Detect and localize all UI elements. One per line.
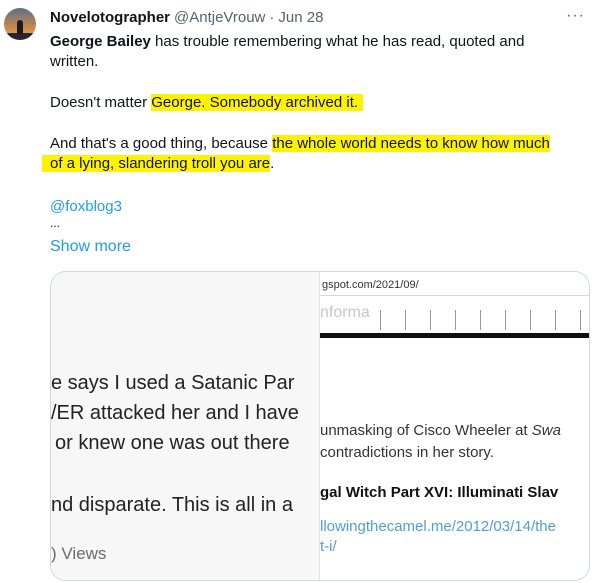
image-text-cisco-italic: Swa: [531, 422, 561, 439]
ruler-tick: [480, 310, 481, 330]
ruler-tick: [380, 310, 381, 330]
image-text-cisco: unmasking of Cisco Wheeler at Swa: [320, 422, 561, 439]
views-count: ) Views: [51, 544, 107, 563]
media-image-right[interactable]: gspot.com/2021/09/ nforma unmasking of C…: [319, 272, 589, 580]
avatar-ground: [4, 33, 36, 40]
image-link-2: t-i/: [320, 538, 337, 555]
image-ruler: nforma: [320, 302, 589, 338]
image-text-cisco-pre: unmasking of Cisco Wheeler at: [320, 422, 532, 439]
tweet-line-5: of a lying, slandering troll you are.: [42, 153, 274, 175]
image-text-line-1: e says I used a Satanic Par: [51, 372, 295, 394]
tweet-date[interactable]: Jun 28: [278, 9, 323, 26]
ruler-tick: [580, 310, 581, 330]
ruler-tick: [405, 310, 406, 330]
tweet-line-3: Doesn't matter George. Somebody archived…: [50, 92, 364, 114]
image-text-line-4: nd disparate. This is all in a: [51, 494, 293, 516]
tweet-line-5-post: .: [270, 155, 275, 172]
ruler-ghost-text: nforma: [320, 304, 370, 321]
author-handle[interactable]: @AntjeVrouw: [174, 9, 265, 26]
tweet-header: Novelotographer @AntjeVrouw · Jun 28: [50, 7, 323, 27]
ruler-tick: [555, 310, 556, 330]
ruler-tick: [430, 310, 431, 330]
mentioned-name: George Bailey: [50, 33, 151, 50]
media-card[interactable]: e says I used a Satanic Par /ER attacked…: [50, 271, 590, 581]
ellipsis: ...: [50, 216, 61, 230]
image-text-witch-title: gal Witch Part XVI: Illuminati Slav: [320, 484, 559, 501]
show-more-link[interactable]: Show more: [50, 236, 131, 258]
highlight-troll: of a lying, slandering troll you are: [42, 155, 271, 172]
image-text-line-3: or knew one was out there: [55, 432, 290, 454]
image-text-contradictions: contradictions in her story.: [320, 444, 494, 461]
mention-link[interactable]: @foxblog3: [50, 196, 122, 218]
avatar-figure: [17, 20, 23, 34]
image-text-line-2: /ER attacked her and I have: [51, 402, 299, 424]
more-options-icon[interactable]: ···: [566, 8, 586, 24]
ruler-tick: [455, 310, 456, 330]
ruler-tick: [505, 310, 506, 330]
image-link-1: llowingthecamel.me/2012/03/14/the: [320, 518, 556, 535]
media-image-left[interactable]: e says I used a Satanic Par /ER attacked…: [51, 272, 321, 580]
header-separator: ·: [269, 8, 275, 26]
tweet-line-4-pre: And that's a good thing, because: [50, 135, 273, 152]
tweet-line-4: And that's a good thing, because the who…: [50, 133, 550, 155]
avatar[interactable]: [4, 8, 36, 40]
tweet-line-2: written.: [50, 53, 99, 70]
tweet-line-1-rest: has trouble remembering what he has read…: [150, 33, 525, 50]
highlight-george: George. Somebody archived it.: [151, 94, 364, 111]
image-url-bar: gspot.com/2021/09/: [320, 276, 589, 296]
ruler-tick: [530, 310, 531, 330]
author-name[interactable]: Novelotographer: [50, 9, 170, 26]
tweet-line-3-pre: Doesn't matter: [50, 94, 152, 111]
highlight-world: the whole world needs to know how much: [272, 135, 550, 152]
tweet[interactable]: Novelotographer @AntjeVrouw · Jun 28 ···…: [0, 0, 592, 583]
tweet-line-1: George Bailey has trouble remembering wh…: [50, 31, 524, 53]
